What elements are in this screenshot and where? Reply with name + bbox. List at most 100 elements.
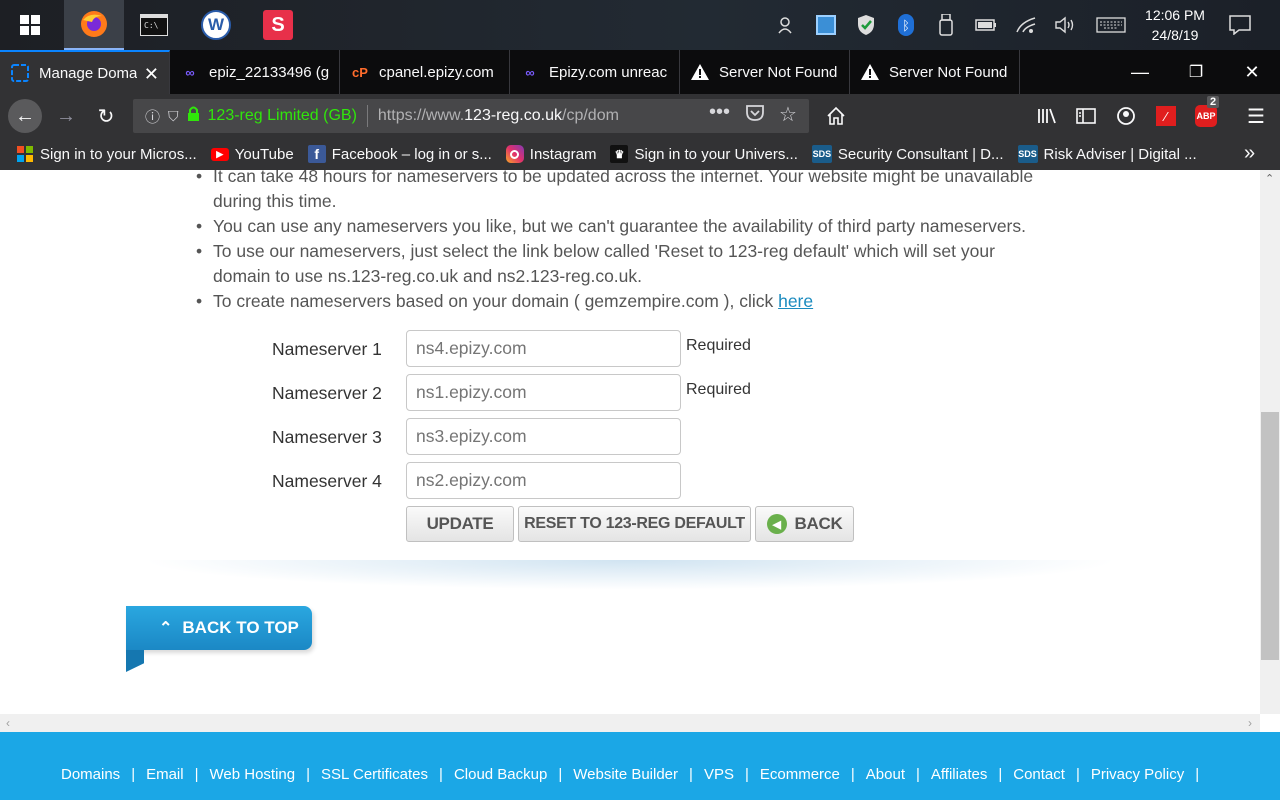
- page-favicon-icon: [10, 63, 30, 83]
- tab-server-not-found-2[interactable]: Server Not Found: [850, 50, 1020, 94]
- windows-taskbar: C:\ W S ᛒ 12:06 PM 24/8/19: [0, 0, 1280, 50]
- nameserver-4-input[interactable]: [406, 462, 681, 499]
- start-icon[interactable]: [0, 0, 60, 50]
- bookmark-item[interactable]: SDS Risk Adviser | Digital ...: [1017, 145, 1197, 163]
- scroll-left-arrow-icon[interactable]: ‹: [6, 716, 10, 730]
- footer-link-email[interactable]: Email: [146, 766, 184, 783]
- tab-label: epiz_22133496 (g: [209, 63, 330, 81]
- scroll-right-arrow-icon[interactable]: ›: [1248, 716, 1252, 730]
- hamburger-menu-icon[interactable]: ☰: [1240, 100, 1272, 132]
- site-identity[interactable]: 123-reg Limited (GB): [208, 107, 357, 125]
- footer-link-website-builder[interactable]: Website Builder: [573, 766, 678, 783]
- people-icon[interactable]: [775, 13, 799, 37]
- restore-icon[interactable]: ❐: [1168, 50, 1224, 94]
- padlock-icon[interactable]: [187, 106, 200, 127]
- footer-separator: |: [916, 766, 920, 783]
- footer-link-web-hosting[interactable]: Web Hosting: [210, 766, 296, 783]
- library-icon[interactable]: [1031, 100, 1063, 132]
- bookmark-item[interactable]: f Facebook – log in or s...: [307, 145, 492, 163]
- page-actions-icon[interactable]: •••: [709, 101, 730, 124]
- footer-link-cloud-backup[interactable]: Cloud Backup: [454, 766, 547, 783]
- url-text[interactable]: https://www.123-reg.co.uk/cp/dom: [378, 107, 648, 125]
- home-icon[interactable]: [820, 100, 852, 132]
- svg-text:C:\: C:\: [144, 21, 159, 30]
- more-bookmarks-chevron-icon[interactable]: »: [1244, 142, 1255, 165]
- footer-link-ssl[interactable]: SSL Certificates: [321, 766, 428, 783]
- nameserver-3-input[interactable]: [406, 418, 681, 455]
- notification-icon[interactable]: [1228, 13, 1252, 37]
- footer-link-affiliates[interactable]: Affiliates: [931, 766, 987, 783]
- youtube-icon: ▶: [210, 147, 229, 161]
- required-label: Required: [686, 381, 751, 398]
- forward-arrow-icon[interactable]: →: [50, 100, 82, 132]
- minimize-icon[interactable]: —: [1112, 50, 1168, 94]
- nameserver-3-row: Nameserver 3: [272, 418, 872, 456]
- nameserver-1-label: Nameserver 1: [272, 339, 382, 359]
- footer-link-vps[interactable]: VPS: [704, 766, 734, 783]
- firefox-icon[interactable]: [64, 0, 124, 50]
- footer-link-domains[interactable]: Domains: [61, 766, 120, 783]
- tab-epiz-account[interactable]: ∞ epiz_22133496 (g: [170, 50, 340, 94]
- reload-icon[interactable]: ↻: [90, 100, 122, 132]
- back-arrow-icon[interactable]: ←: [8, 99, 42, 133]
- url-bar[interactable]: ⓘ ⛉ 123-reg Limited (GB) https://www.123…: [133, 99, 809, 133]
- footer-link-ecommerce[interactable]: Ecommerce: [760, 766, 840, 783]
- battery-icon[interactable]: [974, 13, 998, 37]
- back-to-top-button[interactable]: ⌃ BACK TO TOP: [126, 606, 312, 650]
- tab-close-icon[interactable]: ✕: [144, 64, 159, 85]
- bookmark-item[interactable]: Sign in to your Micros...: [16, 145, 197, 163]
- footer-link-about[interactable]: About: [866, 766, 905, 783]
- back-button-label: BACK: [794, 514, 843, 533]
- footer-link-contact[interactable]: Contact: [1013, 766, 1065, 783]
- nameserver-4-label: Nameserver 4: [272, 471, 382, 491]
- sds-icon: SDS: [1017, 145, 1038, 163]
- horizontal-scrollbar[interactable]: ‹ ›: [0, 714, 1260, 732]
- vertical-scroll-thumb[interactable]: [1261, 412, 1279, 660]
- bookmark-item[interactable]: SDS Security Consultant | D...: [811, 145, 1004, 163]
- adblock-plus-icon[interactable]: ABP 2: [1190, 96, 1222, 132]
- nameserver-4-row: Nameserver 4: [272, 462, 872, 500]
- here-link[interactable]: here: [778, 291, 813, 311]
- s-app-icon[interactable]: S: [248, 0, 308, 50]
- info-bullet-text: To create nameservers based on your doma…: [213, 291, 779, 311]
- s-app-letter: S: [263, 10, 293, 40]
- bookmark-item[interactable]: Instagram: [505, 145, 596, 163]
- clock-time: 12:06 PM: [1145, 7, 1205, 23]
- site-footer: Domains | Email | Web Hosting | SSL Certifi…: [0, 732, 1280, 800]
- wifi-icon[interactable]: [1014, 13, 1038, 37]
- info-icon[interactable]: ⓘ: [145, 106, 160, 127]
- tab-server-not-found-1[interactable]: Server Not Found: [680, 50, 850, 94]
- tab-epizy-unreachable[interactable]: ∞ Epizy.com unreac: [510, 50, 680, 94]
- pocket-icon[interactable]: [745, 104, 765, 127]
- scroll-up-arrow-icon[interactable]: ⌃: [1265, 172, 1274, 185]
- usb-drive-icon[interactable]: [934, 13, 958, 37]
- reset-default-button[interactable]: RESET TO 123-REG DEFAULT: [518, 506, 751, 542]
- network-manager-icon[interactable]: [814, 13, 838, 37]
- bookmark-star-icon[interactable]: ☆: [779, 102, 797, 127]
- nameserver-2-input[interactable]: [406, 374, 681, 411]
- w-app-icon[interactable]: W: [186, 0, 246, 50]
- url-prefix: https://www.: [377, 107, 465, 124]
- volume-icon[interactable]: [1053, 13, 1077, 37]
- bluetooth-icon[interactable]: ᛒ: [894, 13, 918, 37]
- security-shield-icon[interactable]: [854, 13, 878, 37]
- keyboard-icon[interactable]: [1096, 13, 1126, 37]
- tracking-shield-icon[interactable]: ⛉: [168, 108, 179, 125]
- update-button[interactable]: UPDATE: [406, 506, 514, 542]
- footer-separator: |: [744, 766, 749, 783]
- extension-red-icon[interactable]: ⁄: [1150, 100, 1182, 132]
- tab-manage-domain[interactable]: Manage Doma ✕: [0, 50, 170, 94]
- footer-link-privacy[interactable]: Privacy Policy: [1091, 766, 1184, 783]
- bookmark-item[interactable]: ♛ Sign in to your Univers...: [610, 145, 798, 163]
- footer-separator: |: [1195, 766, 1200, 783]
- bookmark-item[interactable]: ▶ YouTube: [210, 146, 294, 163]
- back-button[interactable]: ◀ BACK: [755, 506, 854, 542]
- required-label: Required: [686, 337, 751, 354]
- terminal-icon[interactable]: C:\: [124, 0, 184, 50]
- nameserver-1-input[interactable]: [406, 330, 681, 367]
- sidebar-icon[interactable]: [1070, 100, 1102, 132]
- system-clock[interactable]: 12:06 PM 24/8/19: [1135, 5, 1215, 45]
- close-window-icon[interactable]: ✕: [1224, 50, 1280, 94]
- account-icon[interactable]: [1110, 100, 1142, 132]
- tab-cpanel[interactable]: cP cpanel.epizy.com: [340, 50, 510, 94]
